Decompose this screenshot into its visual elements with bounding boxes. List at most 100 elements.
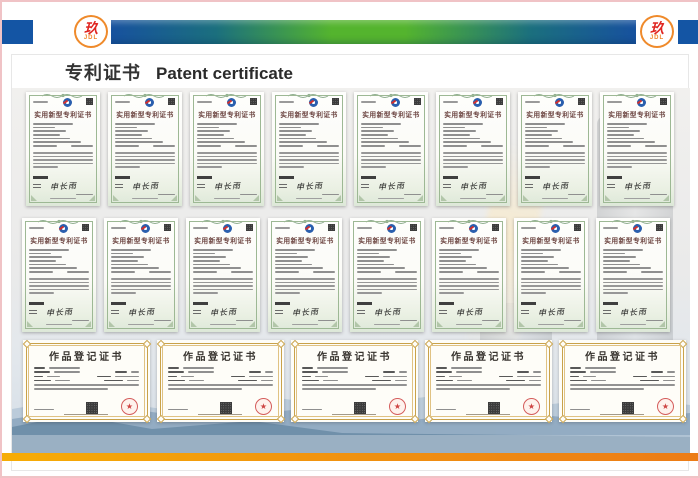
- certificate-header-row: [357, 224, 417, 235]
- text-line: [443, 163, 503, 165]
- field-label-line: [168, 367, 179, 369]
- patent-certificate: 实用新型专利证书: [26, 92, 100, 206]
- text-line: [33, 141, 81, 143]
- qr-code-icon: [250, 98, 257, 105]
- commissioner-label-lines: [279, 184, 287, 188]
- registration-date-line: [168, 409, 188, 411]
- field-row: [34, 376, 139, 378]
- footer-text-line: [210, 324, 236, 326]
- header-blue-block-right: [678, 20, 698, 44]
- text-line: [443, 138, 480, 140]
- text-line: [168, 388, 242, 390]
- text-line: [361, 163, 421, 165]
- certificate-field-lines: [193, 249, 253, 277]
- field-right-column: [383, 371, 407, 373]
- field-row: [570, 367, 675, 369]
- signature-row: 申长雨: [275, 307, 335, 318]
- certificate-field-lines: [111, 249, 171, 277]
- field-value-line: [651, 376, 675, 378]
- text-line: [29, 289, 89, 291]
- certificate-paragraph: [29, 278, 89, 296]
- text-line: [436, 384, 541, 386]
- patent-certificate: 实用新型专利证书: [600, 92, 674, 206]
- certificate-paragraph: [111, 278, 171, 296]
- commissioner-signature: 申长雨: [296, 181, 323, 191]
- cnipa-logo-icon: [469, 224, 478, 233]
- text-line: [481, 145, 503, 147]
- commissioner-label-lines: [443, 184, 451, 188]
- red-star-seal-icon: ★: [121, 398, 138, 415]
- text-line: [193, 249, 233, 251]
- certificate-number-line: [525, 101, 540, 103]
- field-label-line: [633, 376, 647, 378]
- field-value-line: [189, 380, 204, 382]
- text-line: [149, 271, 171, 273]
- text-line: [115, 130, 148, 132]
- certificate-body: 作品登记证书: [570, 347, 675, 415]
- text-line: [521, 285, 581, 287]
- text-line: [525, 134, 552, 136]
- text-line: [443, 141, 491, 143]
- text-line: [29, 282, 89, 284]
- text-line: [197, 127, 219, 129]
- text-line: [439, 278, 499, 280]
- text-line: [111, 271, 135, 273]
- copyright-registration-certificate: 作品登记证书: [23, 340, 150, 422]
- commissioner-label-lines: [197, 184, 205, 188]
- text-line: [357, 267, 405, 269]
- commissioner-label-lines: [607, 184, 615, 188]
- text-line: [168, 384, 273, 386]
- patent-certificate: 实用新型专利证书: [432, 218, 506, 332]
- certificate-number-line: [279, 101, 294, 103]
- issue-date-line: [236, 320, 253, 322]
- text-line: [111, 289, 171, 291]
- commissioner-signature: 申长雨: [538, 307, 565, 317]
- text-line: [197, 184, 205, 185]
- field-label-line: [383, 371, 395, 373]
- signature-row: 申长雨: [525, 181, 585, 192]
- text-line: [279, 187, 287, 188]
- qr-code-icon: [82, 224, 89, 231]
- text-line: [33, 152, 93, 154]
- field-value-line: [383, 376, 407, 378]
- text-line-split: [115, 145, 175, 149]
- text-line: [607, 187, 615, 188]
- patent-certificate-title: 实用新型专利证书: [522, 236, 580, 246]
- patent-certificate-title: 实用新型专利证书: [362, 110, 420, 120]
- redacted-bar: [33, 176, 48, 179]
- field-value-line: [451, 367, 482, 369]
- certificate-bottom-row: ★: [302, 398, 407, 415]
- text-line: [603, 278, 663, 280]
- patent-certificates-row-2: 实用新型专利证书: [22, 218, 670, 332]
- text-line: [361, 145, 385, 147]
- field-value-line: [529, 380, 541, 382]
- qr-code-icon: [86, 98, 93, 105]
- commissioner-label-lines: [275, 310, 283, 314]
- page-title: 专利证书 Patent certificate: [65, 59, 293, 85]
- commissioner-signature: 申长雨: [456, 307, 483, 317]
- certificate-paragraph: [115, 152, 175, 170]
- field-value-line: [317, 367, 348, 369]
- text-line: [521, 249, 561, 251]
- redacted-bar: [443, 176, 458, 179]
- text-line: [603, 313, 611, 314]
- text-line: [197, 123, 237, 125]
- field-right-column: [517, 371, 541, 373]
- cnipa-logo-icon: [633, 224, 642, 233]
- certificate-body: 作品登记证书: [302, 347, 407, 415]
- field-right-column: [633, 376, 675, 378]
- qr-code-icon: [168, 98, 175, 105]
- text-line: [603, 260, 630, 262]
- qr-code-icon: [86, 402, 98, 414]
- commissioner-signature: 申长雨: [128, 307, 155, 317]
- text-line: [361, 127, 383, 129]
- footer-orange-bar: [2, 453, 698, 461]
- certificate-header-row: [197, 98, 257, 109]
- text-line: [275, 292, 300, 294]
- field-value-line: [449, 376, 462, 378]
- certificate-paragraph: [443, 152, 503, 170]
- certificate-number-line: [357, 227, 372, 229]
- cnipa-logo-icon: [551, 224, 560, 233]
- issue-date-line: [72, 320, 89, 322]
- text-line: [29, 253, 51, 255]
